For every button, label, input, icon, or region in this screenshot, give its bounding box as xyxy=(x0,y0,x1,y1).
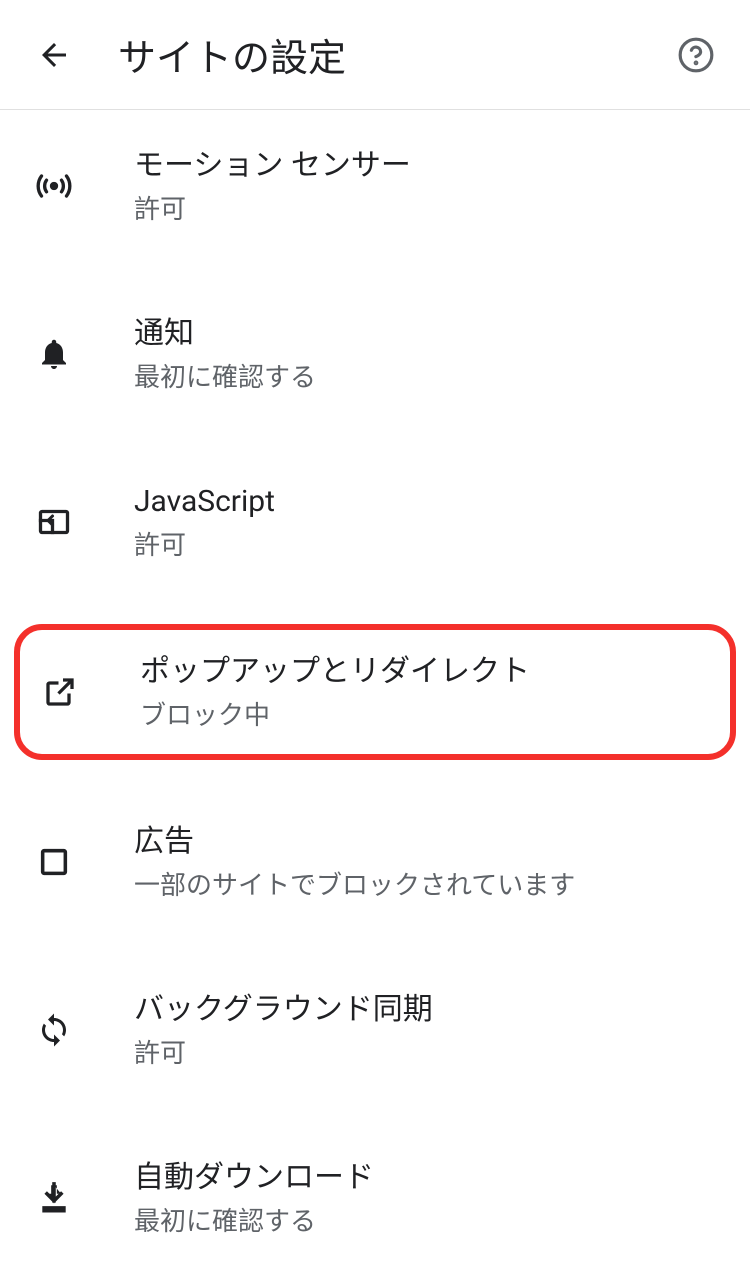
back-button[interactable] xyxy=(30,31,78,79)
setting-subtitle: ブロック中 xyxy=(140,695,714,732)
setting-motion-sensor[interactable]: モーション センサー 許可 xyxy=(0,118,750,254)
setting-popups-redirects[interactable]: ポップアップとリダイレクト ブロック中 xyxy=(14,624,736,760)
open-external-icon xyxy=(40,672,80,712)
settings-list: モーション センサー 許可 通知 最初に確認する JavaScript xyxy=(0,110,750,1266)
setting-text: バックグラウンド同期 許可 xyxy=(134,990,720,1070)
setting-title: JavaScript xyxy=(134,482,720,521)
setting-title: ポップアップとリダイレクト xyxy=(140,652,714,691)
setting-text: 通知 最初に確認する xyxy=(134,314,720,394)
setting-notifications[interactable]: 通知 最初に確認する xyxy=(0,286,750,422)
setting-ads[interactable]: 広告 一部のサイトでブロックされています xyxy=(0,794,750,930)
notifications-icon xyxy=(34,334,74,374)
sync-icon xyxy=(34,1010,74,1050)
header: サイトの設定 xyxy=(0,0,750,110)
javascript-icon xyxy=(34,502,74,542)
setting-background-sync[interactable]: バックグラウンド同期 許可 xyxy=(0,962,750,1098)
setting-subtitle: 一部のサイトでブロックされています xyxy=(134,865,720,902)
page-title: サイトの設定 xyxy=(118,27,672,82)
setting-text: 自動ダウンロード 最初に確認する xyxy=(134,1158,720,1238)
ads-icon xyxy=(34,842,74,882)
setting-subtitle: 許可 xyxy=(134,189,720,226)
setting-subtitle: 最初に確認する xyxy=(134,1201,720,1238)
arrow-left-icon xyxy=(36,37,72,73)
setting-auto-download[interactable]: 自動ダウンロード 最初に確認する xyxy=(0,1130,750,1266)
setting-title: 通知 xyxy=(134,314,720,353)
setting-text: ポップアップとリダイレクト ブロック中 xyxy=(140,652,714,732)
help-icon xyxy=(677,36,715,74)
help-button[interactable] xyxy=(672,31,720,79)
setting-title: 自動ダウンロード xyxy=(134,1158,720,1197)
setting-text: JavaScript 許可 xyxy=(134,482,720,562)
setting-title: バックグラウンド同期 xyxy=(134,990,720,1029)
setting-text: モーション センサー 許可 xyxy=(134,146,720,226)
setting-javascript[interactable]: JavaScript 許可 xyxy=(0,454,750,590)
setting-text: 広告 一部のサイトでブロックされています xyxy=(134,822,720,902)
setting-title: 広告 xyxy=(134,822,720,861)
setting-subtitle: 許可 xyxy=(134,525,720,562)
download-icon xyxy=(34,1178,74,1218)
setting-subtitle: 許可 xyxy=(134,1033,720,1070)
setting-title: モーション センサー xyxy=(134,146,720,185)
motion-sensor-icon xyxy=(34,166,74,206)
setting-subtitle: 最初に確認する xyxy=(134,357,720,394)
